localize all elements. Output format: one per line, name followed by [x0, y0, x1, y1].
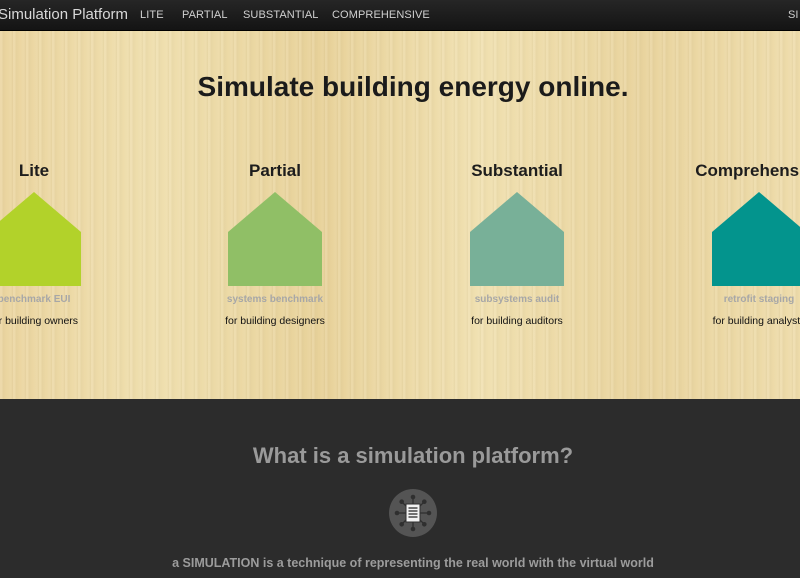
tier-name: Comprehensive — [695, 161, 800, 180]
tier-comprehensive[interactable]: Comprehensive retrofit staging for build… — [659, 161, 800, 327]
tier-subtitle: subsystems audit — [474, 294, 560, 305]
house-icon[interactable] — [0, 192, 81, 286]
about-section: What is a simulation platform? a SIMULAT… — [0, 399, 800, 578]
tier-audience: for building analysts — [712, 315, 800, 327]
nav-link-partial[interactable]: PARTIAL — [182, 9, 228, 21]
tier-lite[interactable]: Lite benchmark EUI for building owners — [0, 161, 134, 327]
section-text: a SIMULATION is a technique of represent… — [172, 556, 654, 570]
brand-link[interactable]: Simulation Platform — [0, 6, 128, 23]
section-title: What is a simulation platform? — [252, 443, 574, 468]
tier-name: Partial — [249, 161, 301, 180]
tier-partial[interactable]: Partial systems benchmark for building d… — [175, 161, 375, 327]
tier-audience: for building auditors — [471, 315, 563, 327]
house-shape — [228, 192, 322, 286]
tier-subtitle: benchmark EUI — [0, 294, 71, 305]
house-shape — [0, 192, 81, 286]
navbar: Simulation Platform LITE PARTIAL SUBSTAN… — [0, 0, 800, 31]
nav-link-lite[interactable]: LITE — [140, 9, 164, 21]
house-shape — [712, 192, 800, 286]
network-document-icon — [389, 489, 437, 537]
tier-audience: for building owners — [0, 315, 79, 327]
tier-subtitle: retrofit staging — [723, 294, 795, 305]
tier-name: Lite — [18, 161, 50, 180]
page: Simulation Platform LITE PARTIAL SUBSTAN… — [0, 0, 800, 578]
hero-title: Simulate building energy online. — [197, 71, 629, 102]
hero: Simulate building energy online. Lite be… — [0, 31, 800, 399]
tier-subtitle: systems benchmark — [226, 294, 324, 305]
house-icon[interactable] — [228, 192, 322, 286]
house-icon[interactable] — [712, 192, 800, 286]
nav-link-comprehensive[interactable]: COMPREHENSIVE — [332, 9, 430, 21]
nav-link-sign-in[interactable]: SI — [788, 9, 798, 21]
tier-name: Substantial — [471, 161, 563, 180]
tier-substantial[interactable]: Substantial subsystems audit for buildin… — [417, 161, 617, 327]
nav-link-substantial[interactable]: SUBSTANTIAL — [243, 9, 318, 21]
house-icon[interactable] — [470, 192, 564, 286]
house-shape — [470, 192, 564, 286]
tier-audience: for building designers — [225, 315, 325, 327]
